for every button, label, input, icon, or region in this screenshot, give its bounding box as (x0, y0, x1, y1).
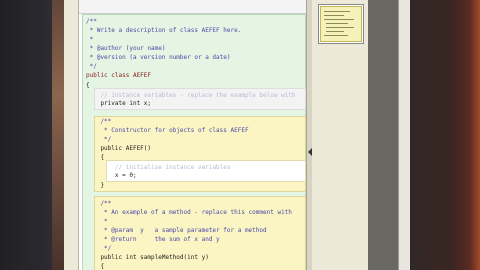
code-line[interactable]: public int sampleMethod(int y) (86, 254, 208, 262)
code-line[interactable]: * @version (a version number or a date) (86, 54, 231, 62)
code-line[interactable]: * @author (your name) (86, 45, 166, 53)
code-line[interactable]: * @param y a sample parameter for a meth… (86, 227, 267, 235)
editor-top-ruler (79, 0, 306, 14)
code-line[interactable]: private int x; (86, 100, 151, 108)
code-line[interactable]: */ (86, 63, 97, 71)
code-line[interactable]: */ (86, 136, 111, 144)
code-line[interactable]: * (86, 218, 108, 226)
code-overview-viewport[interactable] (320, 6, 362, 42)
code-line[interactable]: // instance variables - replace the exam… (86, 92, 295, 100)
code-line[interactable]: { (86, 263, 104, 270)
window-border-right (368, 0, 398, 270)
code-line[interactable]: { (86, 154, 104, 162)
editor-left-gutter (64, 0, 79, 270)
code-line[interactable]: * Write a description of class AEFEF her… (86, 27, 242, 35)
code-line[interactable]: x = 0; (86, 172, 137, 180)
code-line[interactable]: { (86, 82, 90, 90)
code-editor[interactable]: /** * Write a description of class AEFEF… (79, 0, 306, 270)
code-line[interactable]: /** (86, 118, 111, 126)
code-line[interactable]: /** (86, 18, 97, 26)
code-line[interactable]: public class AEFEF (86, 72, 151, 80)
code-line[interactable]: * Constructor for objects of class AEFEF (86, 127, 249, 135)
code-line[interactable]: * An example of a method - replace this … (86, 209, 292, 217)
desktop-background-right (410, 0, 480, 270)
code-line[interactable]: } (86, 182, 104, 190)
code-line[interactable]: * (86, 36, 94, 44)
code-line[interactable]: public AEFEF() (86, 145, 151, 153)
code-line[interactable]: * @return the sum of x and y (86, 236, 220, 244)
code-line[interactable]: /** (86, 200, 111, 208)
code-line[interactable]: */ (86, 245, 111, 253)
code-line[interactable]: // initialise instance variables (86, 164, 231, 172)
